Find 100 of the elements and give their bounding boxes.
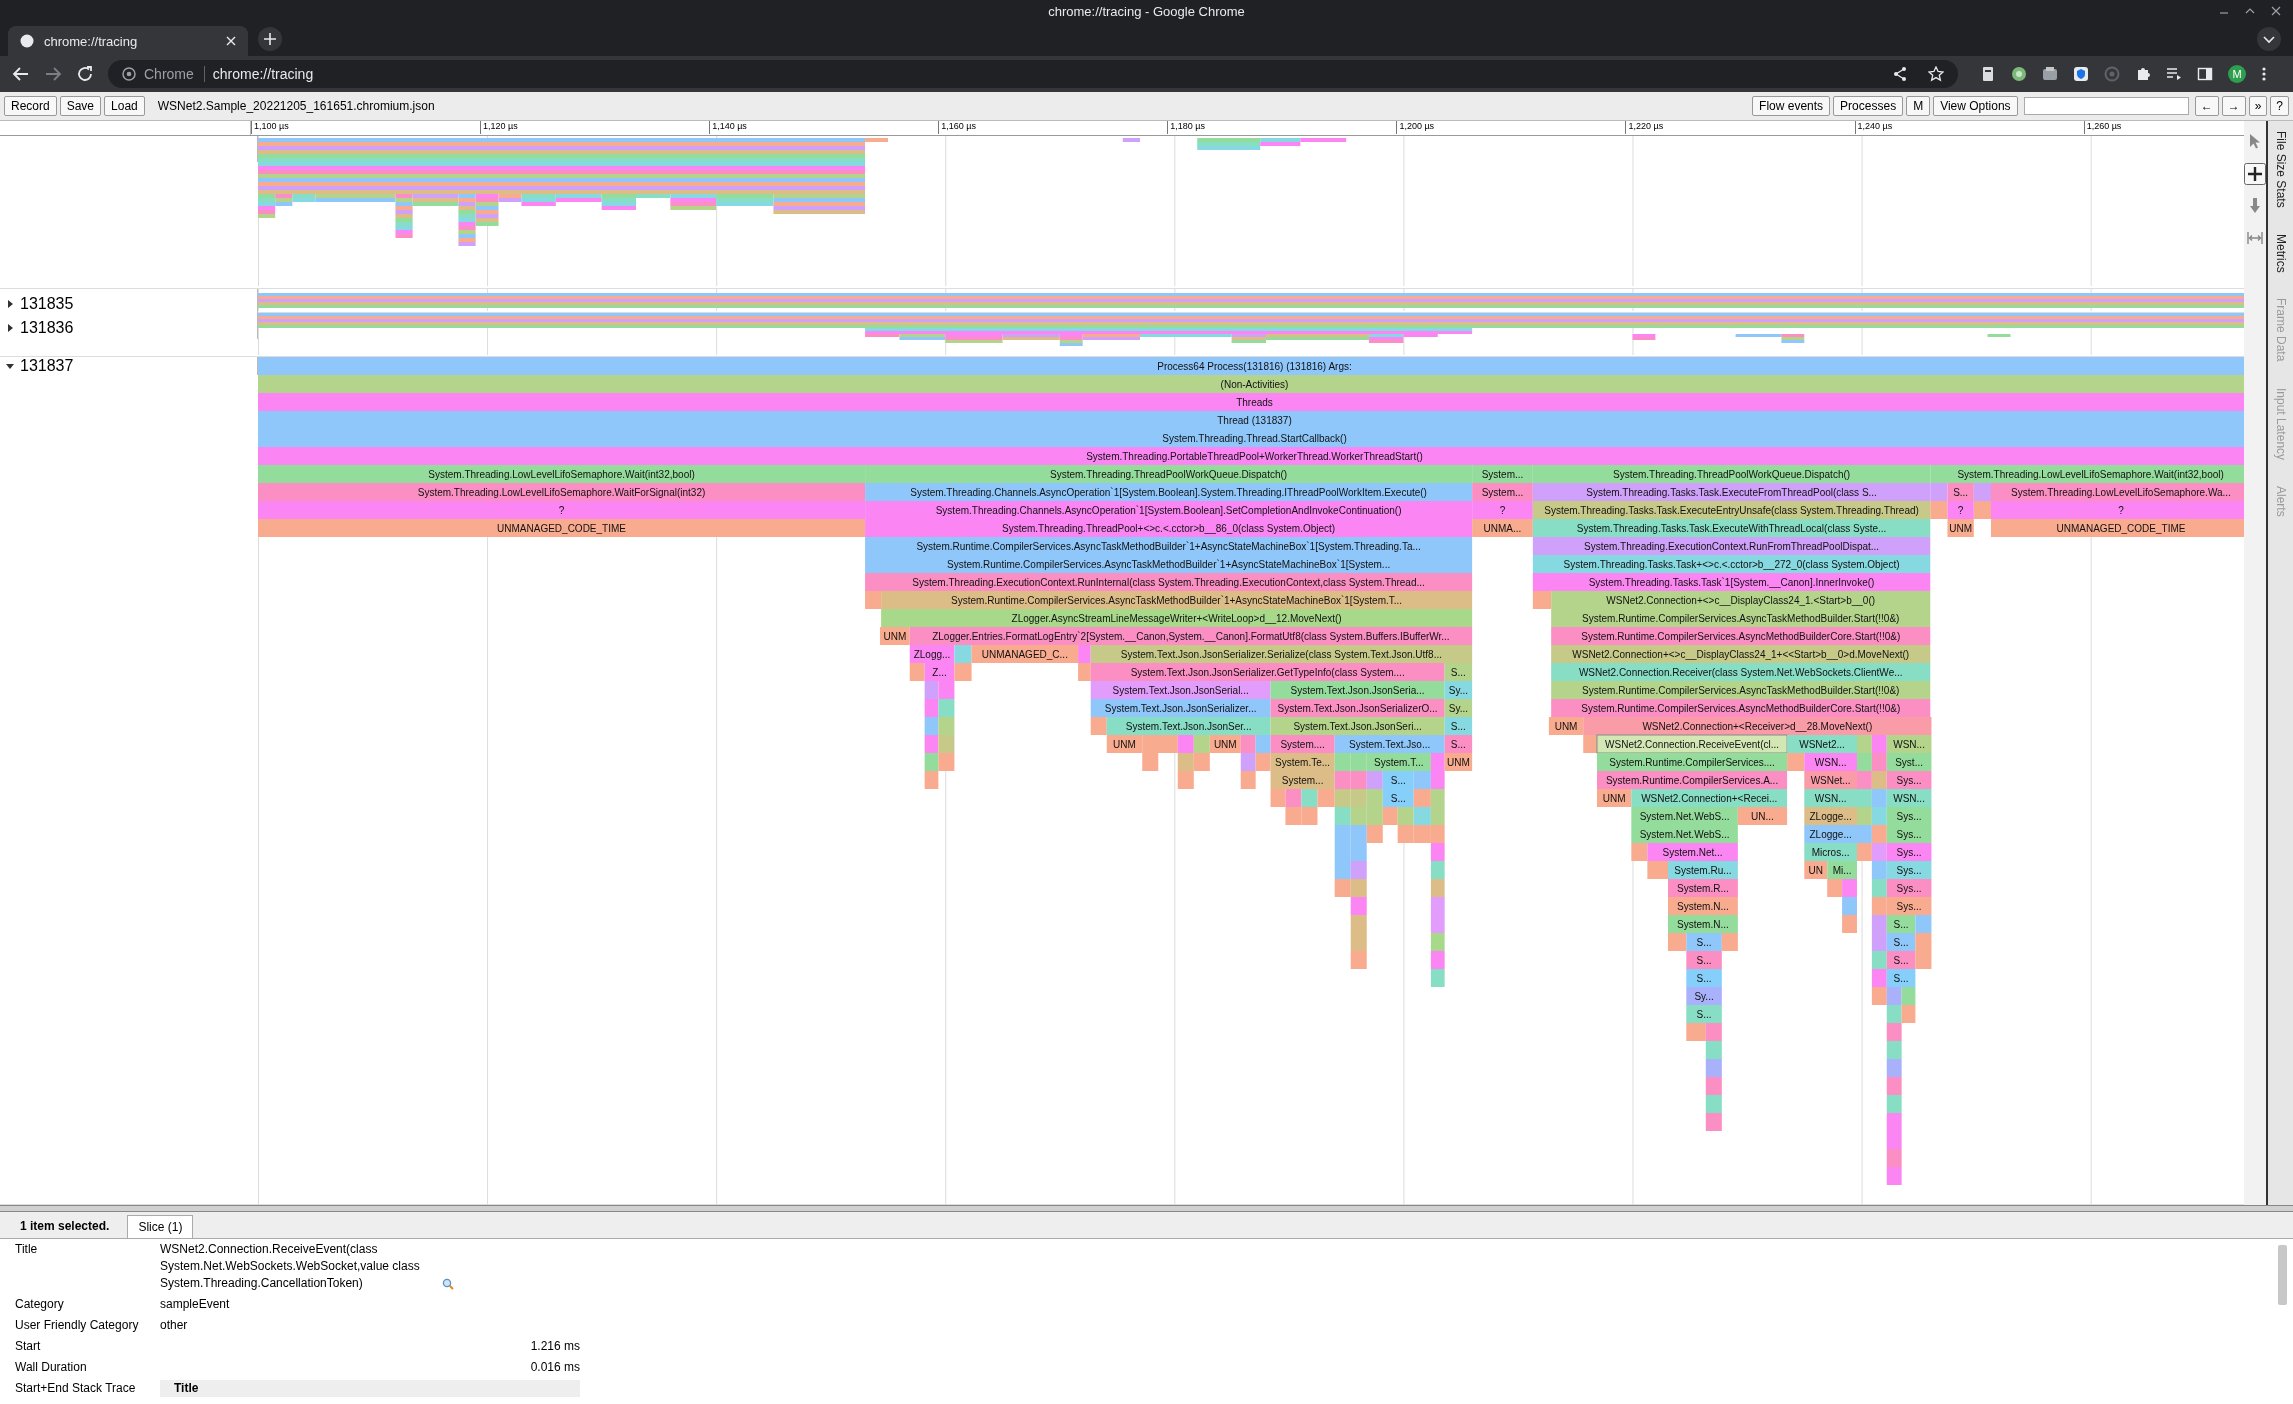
flame-slice[interactable]: S... [1444,717,1473,735]
flame-slice[interactable] [1583,735,1597,753]
search-icon[interactable] [442,1278,454,1290]
flame-slice[interactable] [1871,915,1887,933]
flame-slice[interactable] [1705,1113,1722,1131]
toolbar-button[interactable]: View Options [1933,96,2018,116]
flame-slice[interactable]: WSNet2.Connection.Receiver(class System.Net.WebSockets.ClientWe... [1551,663,1931,681]
flame-slice[interactable]: (Non-Activities) [258,375,2244,393]
flame-slice[interactable]: System.Threading.ThreadPool+<>c.<.cctor>b__86_0(class System.Object) [865,519,1473,537]
side-tab[interactable]: File Size Stats [2273,131,2288,208]
flame-slice[interactable]: System.Runtime.CompilerServices.AsyncMethodBuilderCore.Start(!!0&) [1551,627,1931,645]
flame-slice[interactable]: System.Runtime.CompilerServices.A... [1597,771,1788,789]
share-icon[interactable] [1892,66,1908,82]
maximize-icon[interactable] [2245,6,2255,16]
flame-slice[interactable]: System.Threading.ThreadPoolWorkQueue.Dispatch() [865,465,1473,483]
flame-slice[interactable]: System... [1472,465,1533,483]
shield-icon[interactable] [2073,66,2089,82]
flame-slice[interactable]: Syst... [1886,753,1932,771]
flame-slice[interactable]: System.Threading.LowLevelLifoSemaphore.Wa... [1991,483,2244,501]
flame-slice[interactable]: System.Net.WebS... [1631,825,1738,843]
flame-slice[interactable]: System.Text.Json.JsonSerializer... [1090,699,1271,717]
nav-button[interactable]: → [2221,96,2246,116]
document-icon[interactable] [1980,66,1996,82]
flame-slice[interactable]: Z... [924,663,955,681]
side-panel-icon[interactable] [2197,66,2213,82]
flame-slice[interactable] [924,753,939,771]
flame-slice[interactable] [1886,1131,1902,1149]
flame-slice[interactable] [1871,933,1887,951]
menu-icon[interactable] [2261,66,2267,82]
flame-slice[interactable] [938,681,955,699]
flame-slice[interactable]: Mi... [1827,861,1857,879]
toolbar-button[interactable]: Processes [1833,96,1904,116]
star-icon[interactable] [1928,66,1944,82]
flame-slice[interactable] [1668,933,1687,951]
flame-slice[interactable]: System.Threading.LowLevelLifoSemaphore.WaitForSignal(int32) [258,483,866,501]
flame-slice[interactable] [1350,915,1367,933]
flame-slice[interactable]: System.Text.Json.JsonSer... [1106,717,1271,735]
nav-button[interactable]: ? [2270,96,2289,116]
flame-slice[interactable] [1240,753,1256,771]
flame-slice[interactable]: UNM [1444,753,1473,771]
flame-slice[interactable] [1397,825,1414,843]
flame-slice[interactable] [1532,591,1552,609]
flame-slice[interactable] [1886,1077,1902,1095]
flame-slice[interactable] [1142,753,1159,771]
flame-slice[interactable]: UNM [1548,717,1584,735]
flame-slice[interactable]: Threads [258,393,2244,411]
flame-slice[interactable] [1871,879,1887,897]
flame-slice[interactable] [954,645,972,663]
panel-splitter[interactable] [0,1205,2293,1212]
flame-slice[interactable]: System.Net... [1647,843,1738,861]
puzzle-icon[interactable] [2135,66,2151,82]
flame-slice[interactable]: System.Net.WebS... [1631,807,1738,825]
flame-slice[interactable]: System.Runtime.CompilerServices.AsyncTaskMethodBuilder.Start(!!0&) [1551,681,1931,699]
flame-slice[interactable] [938,717,955,735]
flame-slice[interactable] [924,699,939,717]
flame-slice[interactable] [924,771,939,789]
flame-slice[interactable] [1705,1077,1722,1095]
flame-slice[interactable] [1270,789,1286,807]
flame-slice[interactable]: UNM [1947,519,1974,537]
flame-slice[interactable]: S... [1686,969,1722,987]
flame-slice[interactable]: System.R... [1668,879,1738,897]
flame-slice[interactable]: System.Threading.Thread.StartCallback() [258,429,2244,447]
flame-slice[interactable] [1142,735,1178,753]
flame-slice[interactable] [1285,789,1302,807]
flame-slice[interactable] [1886,1005,1902,1023]
flame-slice[interactable] [1871,861,1887,879]
flame-slice[interactable] [1705,1095,1722,1113]
flame-slice[interactable]: S... [1382,789,1414,807]
toolbar-button[interactable]: Save [59,96,102,116]
flame-slice[interactable]: System.Text.Jso... [1334,735,1445,753]
flame-slice[interactable] [1647,861,1668,879]
flame-slice[interactable]: System.Text.Json.JsonSeri... [1270,717,1445,735]
flame-slice[interactable]: Sys... [1886,879,1932,897]
side-tab[interactable]: Metrics [2273,233,2288,273]
close-icon[interactable] [2271,6,2281,16]
flame-slice[interactable]: ZLogge... [1804,807,1857,825]
flame-slice[interactable]: System.Runtime.CompilerServices.AsyncTaskMethodBuilder`1+AsyncStateMachineBox`1[System.Threading.Ta... [865,537,1473,555]
flame-slice[interactable] [1886,1059,1902,1077]
flame-slice[interactable]: WSN... [1804,789,1857,807]
flame-slice[interactable]: UNM [879,627,910,645]
nav-button[interactable]: » [2248,96,2268,116]
flame-slice[interactable]: Sys... [1886,843,1932,861]
flame-slice[interactable]: ZLogger.Entries.FormatLogEntry`2[System.__Canon,System.__Canon].FormatUtf8(class System.Buffers.IBufferWr... [909,627,1473,645]
flame-slice[interactable]: System.... [1270,735,1335,753]
flame-slice[interactable]: System.Runtime.CompilerServices.... [1597,753,1788,771]
flame-slice[interactable] [1240,771,1256,789]
toolbar-button[interactable]: M [1906,96,1931,116]
flame-slice[interactable] [1930,501,1948,519]
flame-slice[interactable]: S... [1686,951,1722,969]
flame-slice[interactable]: UN [1804,861,1828,879]
box-icon[interactable] [2042,66,2058,82]
flame-slice[interactable] [1705,1059,1722,1077]
flame-slice[interactable]: WSNet2.Connection+<Receiver>d__28.MoveNext() [1583,717,1932,735]
flame-slice[interactable] [938,735,955,753]
flame-slice[interactable]: System... [1270,771,1335,789]
address-bar[interactable]: Chrome chrome://tracing [108,60,1958,88]
expanded-arrow-icon[interactable] [6,362,14,370]
flame-slice[interactable] [909,663,925,681]
flame-slice[interactable]: ? [1991,501,2244,519]
flame-slice[interactable]: System.Text.Json.JsonSeria... [1270,681,1445,699]
